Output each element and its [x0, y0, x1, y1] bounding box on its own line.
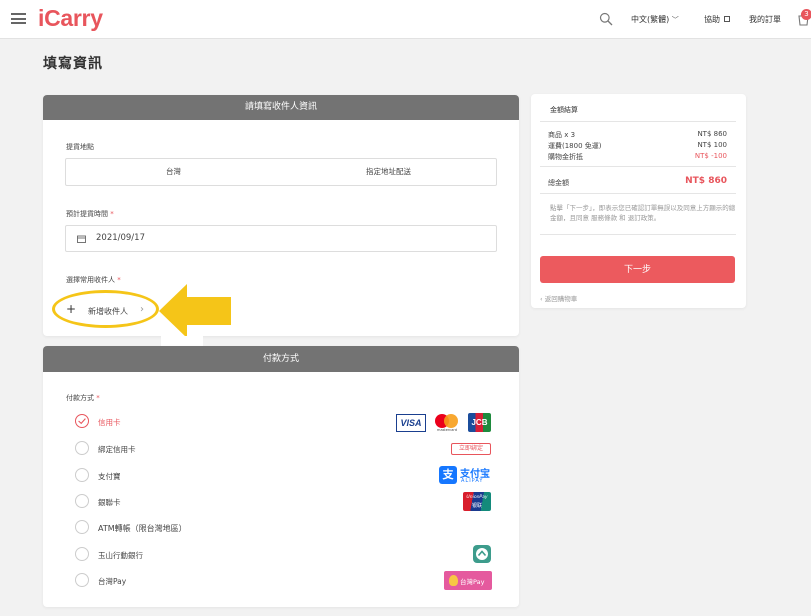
esun-bank-icon: [473, 545, 491, 563]
summary-row-label: 購物金折抵: [548, 153, 583, 161]
visa-logo: VISA: [396, 414, 426, 432]
highlight-oval: [52, 290, 159, 328]
total-value: NT$ 860: [685, 176, 727, 186]
bind-now-badge[interactable]: 立即綁定: [451, 443, 491, 455]
radio-selected[interactable]: [75, 414, 89, 428]
recipient-card-header: 請填寫收件人資訊: [43, 95, 519, 120]
unionpay-subtext: 银联: [471, 503, 482, 509]
payment-option-label: 信用卡: [98, 418, 121, 427]
pickup-option-address[interactable]: 指定地址配送: [281, 159, 496, 185]
next-step-button[interactable]: 下一步: [540, 256, 735, 283]
external-link-icon: [723, 16, 730, 22]
esun-mark-icon: [476, 548, 488, 560]
back-to-cart-link[interactable]: ‹ 返回購物車: [540, 293, 577, 303]
menu-icon[interactable]: [11, 13, 26, 24]
recipient-select-label-text: 選擇常用收件人: [66, 276, 115, 284]
back-to-cart-label: 返回購物車: [544, 295, 578, 303]
chevron-down-icon: ﹀: [671, 16, 679, 24]
recipient-select-label: 選擇常用收件人 *: [66, 275, 121, 285]
unionpay-text: UnionPay: [466, 495, 488, 500]
unionpay-logo: UnionPay 银联: [463, 492, 491, 511]
pickup-date-label-text: 預計提貨時間: [66, 210, 108, 218]
alipay-subtext: ALIPAY: [461, 478, 484, 484]
summary-row-value: NT$ 100: [697, 141, 727, 149]
required-mark: *: [110, 210, 114, 218]
radio-unselected[interactable]: [75, 547, 89, 561]
alipay-logo: 支 支付宝 ALIPAY: [439, 464, 492, 486]
jcb-logo: JCB: [468, 413, 491, 432]
summary-row-value: NT$ -100: [694, 152, 727, 160]
language-selector[interactable]: 中文(繁體) ﹀: [631, 14, 679, 25]
pickup-option-group: 台灣 指定地址配送: [65, 158, 497, 186]
taiwan-pay-mark-icon: [449, 575, 458, 586]
payment-option-atm[interactable]: ATM轉帳（限台灣地區）: [75, 520, 493, 536]
payment-method-label: 付款方式 *: [66, 393, 100, 403]
payment-option-label: 支付寶: [98, 472, 121, 481]
summary-title: 金額結算: [550, 106, 578, 114]
search-icon[interactable]: [599, 12, 613, 26]
language-label: 中文(繁體): [631, 15, 670, 24]
payment-option-label: 銀聯卡: [98, 498, 121, 507]
payment-option-label: 台灣Pay: [98, 577, 127, 586]
pickup-location-label: 提貨地點: [66, 143, 94, 151]
payment-card-header: 付款方式: [43, 346, 519, 372]
radio-unselected[interactable]: [75, 520, 89, 534]
help-link[interactable]: 協助: [704, 14, 730, 25]
taiwan-pay-logo: 台灣Pay: [444, 571, 492, 590]
payment-option-unionpay[interactable]: 銀聯卡: [75, 494, 493, 510]
radio-unselected[interactable]: [75, 494, 89, 508]
help-label: 協助: [704, 15, 720, 24]
taiwan-pay-text: 台灣Pay: [460, 578, 485, 586]
pickup-option-taiwan[interactable]: 台灣: [66, 159, 281, 185]
payment-option-esun-bank[interactable]: 玉山行動銀行: [75, 547, 493, 563]
payment-option-label: ATM轉帳（限台灣地區）: [98, 524, 187, 533]
summary-divider: [540, 121, 736, 122]
mastercard-logo: mastercard: [434, 413, 460, 433]
pickup-date-label: 預計提貨時間 *: [66, 209, 114, 219]
top-navigation-bar: iCarry 中文(繁體) ﹀ 協助 我的訂單 3: [0, 0, 811, 39]
total-label: 總金額: [548, 179, 569, 187]
terms-note: 點擊「下一步」，即表示您已確認訂單無誤以及同意上方顯示的總金額，且同意 服務條款…: [550, 204, 736, 222]
summary-divider: [540, 166, 736, 167]
my-orders-link[interactable]: 我的訂單: [749, 14, 781, 25]
payment-option-taiwan-pay[interactable]: 台灣Pay: [75, 573, 493, 589]
radio-unselected[interactable]: [75, 573, 89, 587]
page-title: 填寫資訊: [43, 56, 103, 72]
chevron-left-icon: ‹: [540, 295, 543, 303]
payment-option-label: 玉山行動銀行: [98, 551, 143, 560]
cart-count-badge: 3: [801, 9, 811, 20]
pickup-date-input[interactable]: 2021/09/17: [65, 225, 497, 252]
payment-method-label-text: 付款方式: [66, 394, 94, 402]
calendar-icon: [77, 235, 86, 243]
summary-row-label: 運費(1800 免運): [548, 142, 602, 150]
check-icon: [78, 418, 86, 425]
mastercard-orange-circle: [444, 414, 458, 428]
required-mark: *: [96, 394, 100, 402]
summary-divider: [540, 193, 736, 194]
site-logo[interactable]: iCarry: [38, 5, 103, 32]
alipay-mark-icon: 支: [439, 466, 457, 484]
required-mark: *: [117, 276, 121, 284]
radio-unselected[interactable]: [75, 441, 89, 455]
payment-option-credit-card[interactable]: 信用卡: [75, 414, 493, 430]
payment-option-label: 綁定信用卡: [98, 445, 136, 454]
payment-option-bound-card[interactable]: 綁定信用卡: [75, 441, 493, 457]
highlight-arrow-icon: [159, 284, 231, 338]
pickup-date-value: 2021/09/17: [96, 233, 145, 243]
summary-row-value: NT$ 860: [697, 130, 727, 138]
radio-unselected[interactable]: [75, 468, 89, 482]
payment-option-alipay[interactable]: 支付寶: [75, 468, 493, 484]
mastercard-text: mastercard: [437, 428, 457, 432]
summary-divider: [540, 234, 736, 235]
summary-row-label: 商品 x 3: [548, 131, 576, 139]
